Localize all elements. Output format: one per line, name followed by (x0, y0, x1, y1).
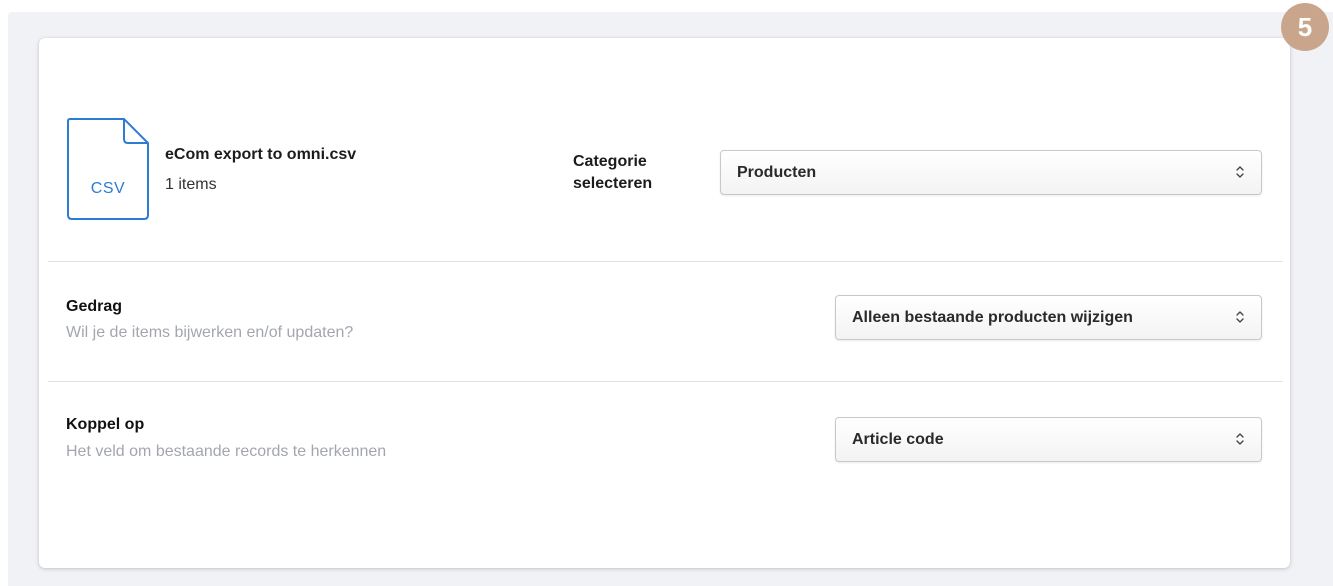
csv-file-icon: CSV (66, 116, 150, 220)
file-item-count: 1 items (165, 176, 217, 193)
file-type-label: CSV (90, 180, 126, 197)
match-on-select[interactable]: Article code (835, 417, 1262, 462)
category-label: Categorie selecteren (573, 153, 653, 192)
category-select-value: Producten (737, 164, 817, 181)
step-number-badge: 5 (1281, 3, 1329, 51)
behaviour-select[interactable]: Alleen bestaande producten wijzigen (835, 295, 1262, 340)
import-step-screen: 5 CSV eCom export to omni.csv 1 items Ca… (0, 0, 1333, 586)
updown-chevron-icon (1235, 309, 1245, 325)
match-on-subtitle: Het veld om bestaande records te herkenn… (66, 443, 387, 460)
section-divider (48, 381, 1283, 382)
file-name: eCom export to omni.csv (165, 146, 357, 163)
updown-chevron-icon (1235, 431, 1245, 447)
match-on-title: Koppel op (66, 416, 145, 433)
behaviour-subtitle: Wil je de items bijwerken en/of updaten? (66, 324, 354, 341)
match-on-select-value: Article code (852, 431, 944, 448)
category-select[interactable]: Producten (720, 150, 1262, 195)
behaviour-title: Gedrag (66, 298, 123, 315)
behaviour-select-value: Alleen bestaande producten wijzigen (852, 309, 1133, 326)
updown-chevron-icon (1235, 164, 1245, 180)
section-divider (48, 261, 1283, 262)
